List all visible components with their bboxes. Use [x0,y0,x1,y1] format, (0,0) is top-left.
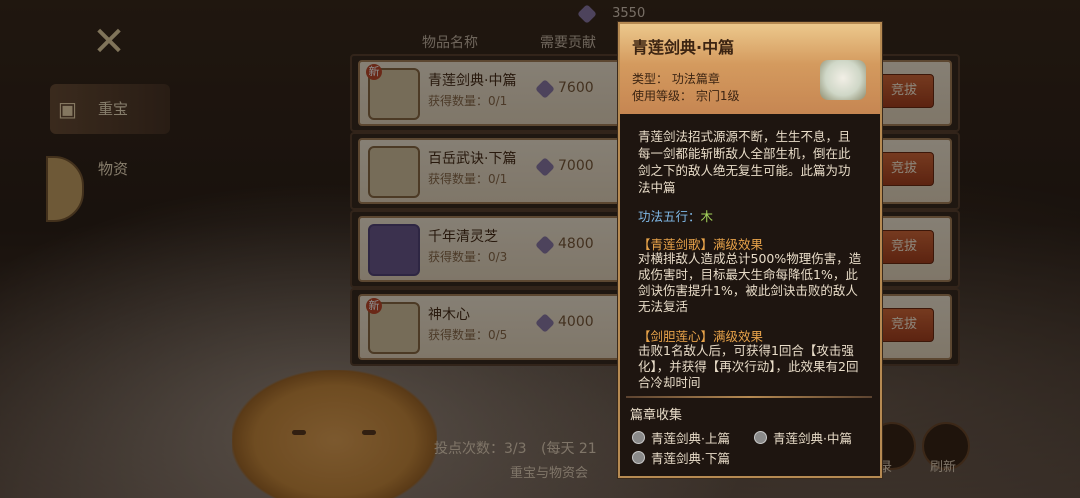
wuxing-label: 功法五行： [638,209,701,224]
radio-dot-icon [754,431,767,444]
popup-title: 青莲剑典·中篇 [632,38,735,57]
collection-item: 青莲剑典·中篇 [754,428,852,447]
popup-header: 青莲剑典·中篇 类型： 功法篇章 使用等级： 宗门1级 [620,24,880,114]
item-detail-popup: 青莲剑典·中篇 类型： 功法篇章 使用等级： 宗门1级 青莲剑法招式源源不断，生… [618,22,882,478]
effect-body: 击败1名敌人后，可获得1回合【攻击强化】，并获得【再次行动】，此效果有2回合冷却… [638,343,859,390]
collection-item: 青莲剑典·下篇 [632,448,730,467]
collection-title: 篇章收集 [630,408,683,423]
item-description: 青莲剑法招式源源不断，生生不息，且每一剑都能斩断敌人全部生机，倒在此剑之下的敌人… [638,129,851,195]
scroll-icon [820,60,866,100]
item-level: 使用等级： 宗门1级 [632,89,740,103]
collection-label: 青莲剑典·下篇 [651,451,730,466]
wuxing-value: 木 [700,209,714,224]
effect-body: 对横排敌人造成总计500%物理伤害，造成伤害时，目标最大生命每降低1%，此剑诀伤… [638,251,862,314]
collection-label: 青莲剑典·上篇 [651,431,730,446]
modal-overlay[interactable] [0,0,1080,498]
collection-item: 青莲剑典·上篇 [632,428,730,447]
divider [626,396,872,398]
collection-label: 青莲剑典·中篇 [773,431,852,446]
wuxing-line: 功法五行：木 [638,206,713,225]
item-type: 类型： 功法篇章 [632,72,720,86]
radio-dot-icon [632,431,645,444]
radio-dot-icon [632,451,645,464]
